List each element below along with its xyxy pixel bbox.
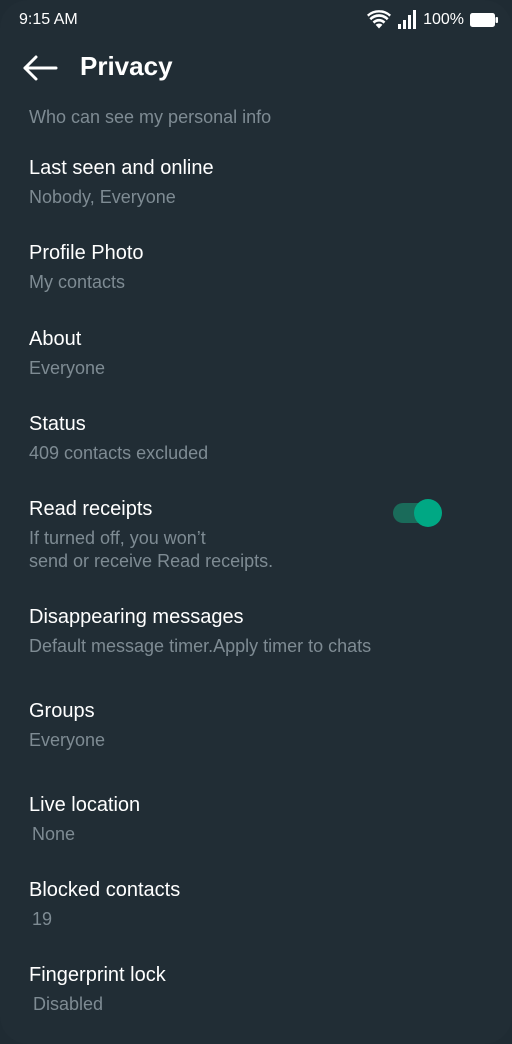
setting-live-location[interactable]: Live location None bbox=[0, 794, 512, 854]
setting-description-line1: If turned off, you won’t bbox=[29, 528, 206, 548]
setting-disappearing-messages[interactable]: Disappearing messages Default message ti… bbox=[0, 606, 512, 666]
page-title: Privacy bbox=[80, 51, 173, 81]
read-receipts-toggle[interactable] bbox=[392, 498, 444, 528]
setting-value: 409 contacts excluded bbox=[29, 443, 209, 463]
setting-value: None bbox=[32, 824, 76, 844]
setting-title: Blocked contacts bbox=[29, 879, 181, 901]
setting-title: Fingerprint lock bbox=[29, 964, 166, 986]
setting-value: Everyone bbox=[29, 358, 106, 378]
privacy-screen: 9:15 AM 100% Privacy Who can see my pers… bbox=[0, 0, 512, 1044]
app-bar: Privacy bbox=[0, 42, 512, 94]
status-time: 9:15 AM bbox=[19, 11, 78, 28]
setting-title: Disappearing messages bbox=[29, 606, 244, 628]
setting-title: Status bbox=[29, 413, 86, 435]
setting-groups[interactable]: Groups Everyone bbox=[0, 700, 512, 760]
setting-title: Last seen and online bbox=[29, 157, 214, 179]
battery-icon bbox=[470, 13, 498, 27]
battery-percentage: 100% bbox=[423, 11, 464, 28]
setting-fingerprint-lock[interactable]: Fingerprint lock Disabled bbox=[0, 964, 512, 1024]
arrow-left-icon[interactable] bbox=[20, 54, 60, 82]
setting-title: Profile Photo bbox=[29, 242, 144, 264]
setting-profile-photo[interactable]: Profile Photo My contacts bbox=[0, 242, 512, 302]
toggle-thumb bbox=[414, 499, 442, 527]
setting-status[interactable]: Status 409 contacts excluded bbox=[0, 413, 512, 473]
setting-last-seen[interactable]: Last seen and online Nobody, Everyone bbox=[0, 157, 512, 217]
setting-about[interactable]: About Everyone bbox=[0, 328, 512, 388]
setting-read-receipts[interactable]: Read receipts If turned off, you won’t s… bbox=[0, 498, 512, 578]
status-icons: 100% bbox=[367, 9, 498, 31]
wifi-icon bbox=[367, 10, 392, 29]
setting-value: Nobody, Everyone bbox=[29, 187, 176, 207]
status-bar: 9:15 AM 100% bbox=[0, 0, 512, 40]
setting-title: About bbox=[29, 328, 82, 350]
section-header: Who can see my personal info bbox=[29, 107, 272, 127]
setting-value: 19 bbox=[32, 909, 53, 929]
setting-title: Live location bbox=[29, 794, 141, 816]
setting-value: Disabled bbox=[33, 994, 104, 1014]
setting-title: Read receipts bbox=[29, 498, 153, 520]
setting-value: Everyone bbox=[29, 730, 106, 750]
setting-title: Groups bbox=[29, 700, 95, 722]
setting-description-line2: send or receive Read receipts. bbox=[29, 551, 274, 571]
setting-blocked-contacts[interactable]: Blocked contacts 19 bbox=[0, 879, 512, 939]
setting-value: Default message timer.Apply timer to cha… bbox=[29, 636, 372, 656]
setting-value: My contacts bbox=[29, 272, 126, 292]
signal-icon bbox=[398, 10, 417, 29]
